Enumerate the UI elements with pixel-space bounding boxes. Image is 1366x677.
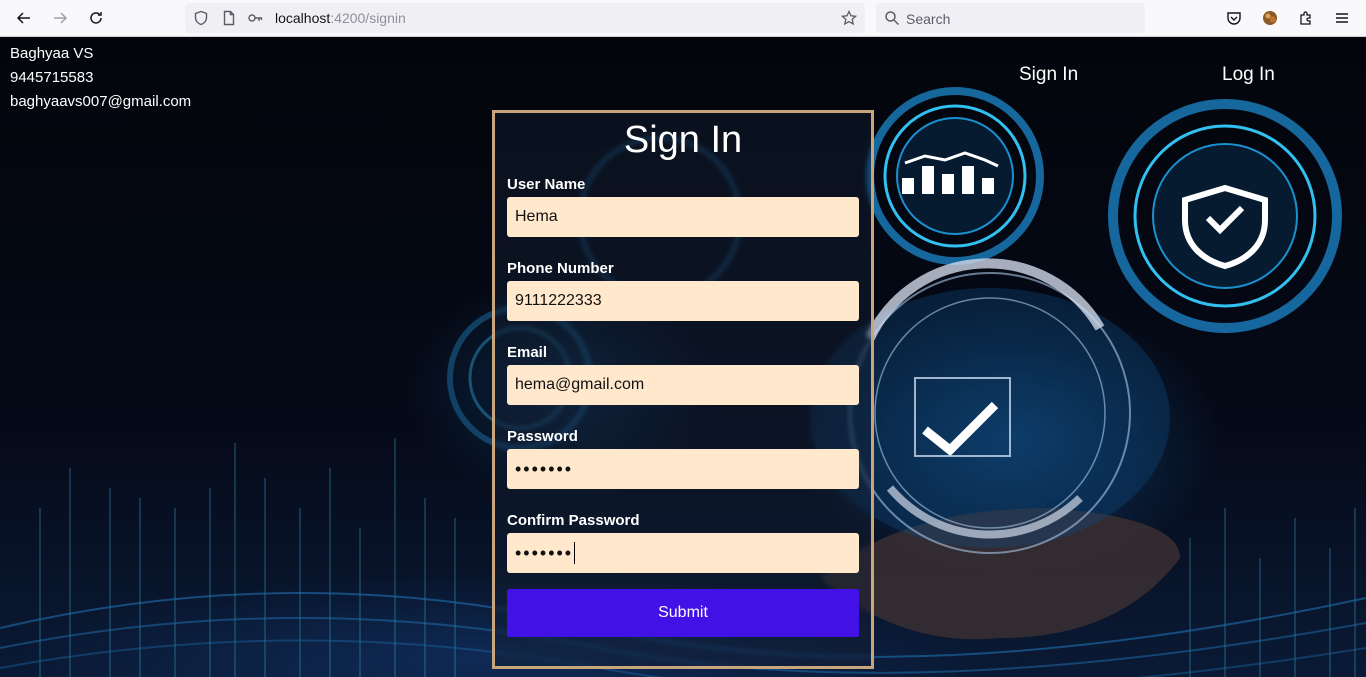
url-text[interactable]: localhost:4200/signin <box>275 10 406 26</box>
shield-icon[interactable] <box>193 10 209 26</box>
back-icon[interactable] <box>12 6 36 30</box>
email-label: Email <box>507 344 548 361</box>
page-icon[interactable] <box>221 10 237 26</box>
bookmark-star-icon[interactable] <box>841 10 857 26</box>
username-label: User Name <box>507 176 586 193</box>
text-caret <box>574 542 576 564</box>
key-icon[interactable] <box>247 10 263 26</box>
nav-login-link[interactable]: Log In <box>1222 64 1275 86</box>
profile-email: baghyaavs007@gmail.com <box>10 93 192 110</box>
forward-icon[interactable] <box>48 6 72 30</box>
search-placeholder: Search <box>906 11 951 27</box>
browser-toolbar: localhost:4200/signin Search <box>0 0 1366 37</box>
password-label: Password <box>507 428 578 445</box>
phone-label: Phone Number <box>507 260 614 277</box>
password-mask: ••••••• <box>515 458 574 479</box>
username-input[interactable]: Hema <box>507 197 859 237</box>
profile-info: Baghyaa VS 9445715583 baghyaavs007@gmail… <box>10 42 191 114</box>
confirm-password-input[interactable]: ••••••• <box>507 533 859 573</box>
account-avatar-icon[interactable] <box>1258 6 1282 30</box>
nav-signin-link[interactable]: Sign In <box>1019 64 1078 86</box>
menu-icon[interactable] <box>1330 6 1354 30</box>
signin-form-card: Sign In User Name Hema Phone Number 9111… <box>492 110 874 669</box>
form-title: Sign In <box>623 119 743 161</box>
search-bar[interactable]: Search <box>876 3 1145 33</box>
url-host: localhost <box>275 10 331 26</box>
email-input[interactable]: hema@gmail.com <box>507 365 859 405</box>
submit-button[interactable]: Submit <box>507 589 859 637</box>
address-bar[interactable]: localhost:4200/signin <box>185 3 865 33</box>
extensions-icon[interactable] <box>1294 6 1318 30</box>
profile-phone: 9445715583 <box>10 69 94 86</box>
phone-input[interactable]: 9111222333 <box>507 281 859 321</box>
url-path: :4200/signin <box>330 10 406 26</box>
confirm-password-mask: ••••••• <box>515 542 574 563</box>
reload-icon[interactable] <box>84 6 108 30</box>
password-input[interactable]: ••••••• <box>507 449 859 489</box>
confirm-password-label: Confirm Password <box>507 512 640 529</box>
profile-name: Baghyaa VS <box>10 45 94 62</box>
page-background: Baghyaa VS 9445715583 baghyaavs007@gmail… <box>0 38 1366 677</box>
search-icon <box>885 11 900 26</box>
pocket-icon[interactable] <box>1222 6 1246 30</box>
